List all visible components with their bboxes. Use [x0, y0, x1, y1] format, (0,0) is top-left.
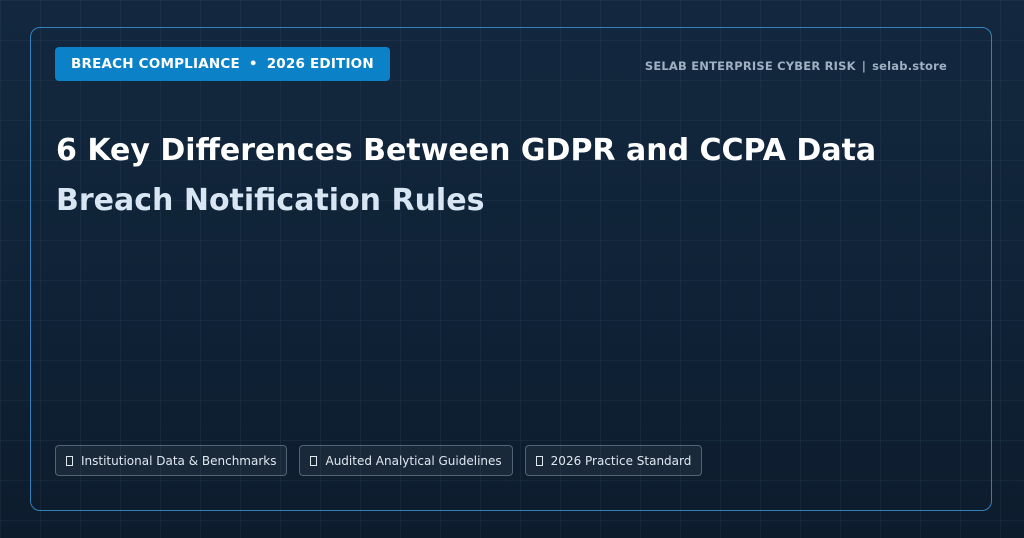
- feature-chips: Institutional Data & Benchmarks Audited …: [55, 445, 703, 476]
- category-badge: BREACH COMPLIANCE • 2026 EDITION: [55, 47, 390, 81]
- badge-edition: 2026 EDITION: [266, 56, 374, 72]
- badge-separator: •: [248, 56, 258, 72]
- brand-separator: |: [861, 59, 867, 73]
- title-line-1: 6 Key Differences Between GDPR and CCPA …: [56, 133, 877, 168]
- brand-name: SELAB ENTERPRISE CYBER RISK: [644, 59, 856, 73]
- page-title: 6 Key Differences Between GDPR and CCPA …: [56, 126, 916, 226]
- chip-label: 2026 Practice Standard: [550, 453, 692, 468]
- glyph-placeholder-icon: [535, 455, 543, 466]
- chip-label: Institutional Data & Benchmarks: [81, 453, 277, 468]
- glyph-placeholder-icon: [310, 455, 318, 466]
- chip-institutional-data: Institutional Data & Benchmarks: [55, 445, 288, 476]
- chip-audited-guidelines: Audited Analytical Guidelines: [299, 445, 513, 476]
- hero-card-border: [30, 27, 992, 511]
- title-line-2: Breach Notification Rules: [56, 183, 485, 218]
- brand-line: SELAB ENTERPRISE CYBER RISK | selab.store: [645, 59, 947, 73]
- glyph-placeholder-icon: [66, 455, 73, 466]
- chip-label: Audited Analytical Guidelines: [325, 453, 502, 468]
- badge-category: BREACH COMPLIANCE: [71, 56, 240, 72]
- chip-practice-standard: 2026 Practice Standard: [524, 445, 703, 476]
- brand-site: selab.store: [872, 59, 947, 73]
